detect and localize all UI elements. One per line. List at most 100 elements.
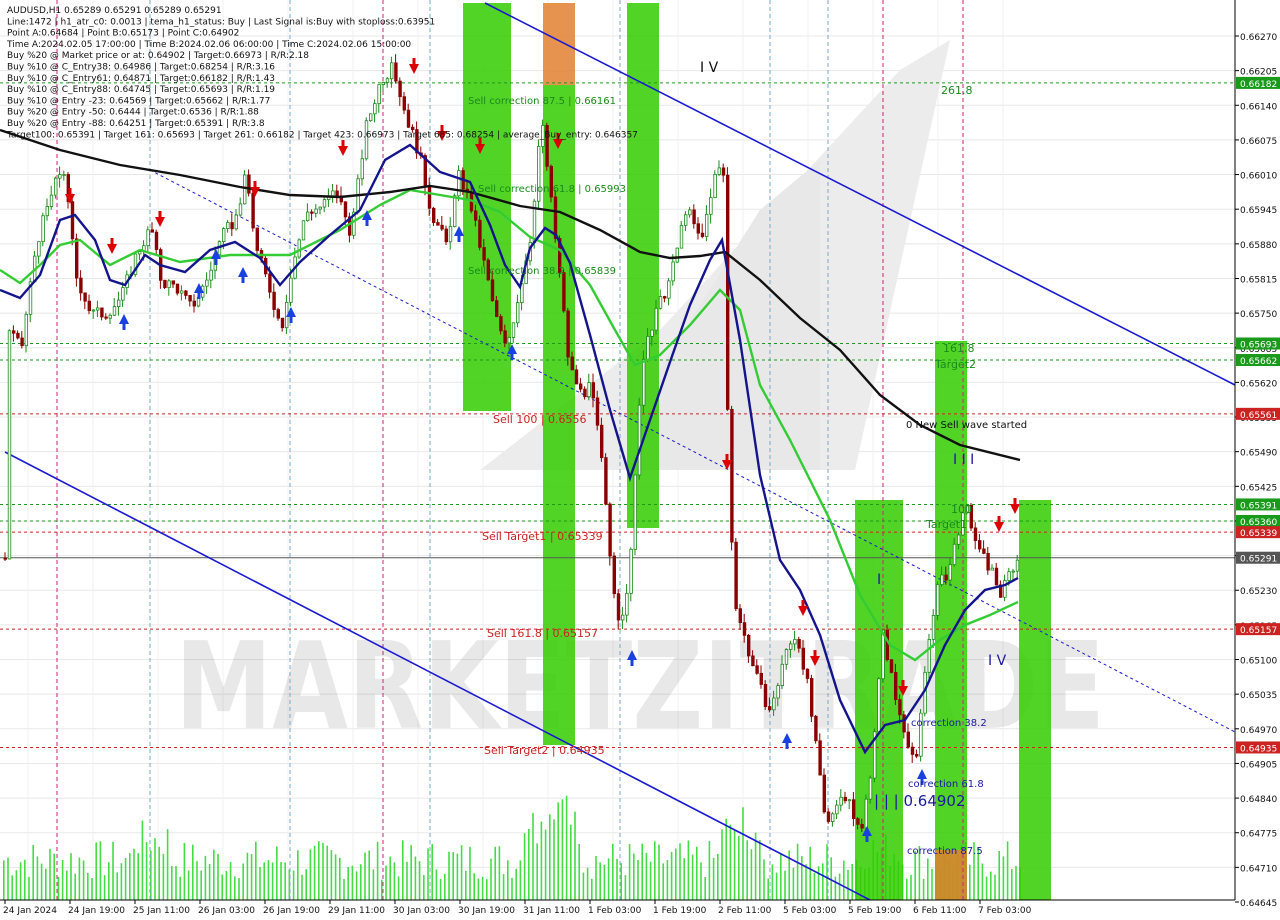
- price-tag-label: 0.65662: [1240, 357, 1277, 367]
- candle-body: [931, 615, 936, 640]
- volume-bar: [158, 846, 160, 900]
- volume-bar: [196, 861, 198, 900]
- volume-bar: [603, 864, 606, 900]
- candle-body: [730, 408, 734, 543]
- candle-body: [310, 211, 314, 214]
- y-tick-label: 0.66075: [1240, 137, 1277, 147]
- candle-body: [852, 799, 856, 820]
- candle-body: [3, 557, 7, 560]
- candle-body: [801, 647, 805, 670]
- volume-bar: [19, 862, 22, 900]
- volume-bar: [456, 853, 459, 900]
- volume-bar: [246, 852, 249, 900]
- volume-bar: [53, 853, 55, 900]
- volume-bar: [532, 812, 534, 900]
- candle-body: [49, 194, 54, 207]
- volume-bar: [418, 861, 421, 900]
- candle-body: [167, 280, 171, 288]
- header-line: Line:1472 | h1_atr_c0: 0.0013 | tema_h1_…: [7, 17, 435, 27]
- volume-bar: [511, 877, 513, 900]
- volume-bar: [796, 843, 799, 900]
- volume-bar: [15, 870, 18, 900]
- y-tick-label: 0.65880: [1240, 241, 1277, 251]
- volume-bar: [750, 849, 753, 900]
- volume-bar: [641, 843, 643, 900]
- candle-body: [41, 215, 45, 243]
- candle-body: [860, 823, 864, 829]
- volume-bar: [124, 857, 127, 900]
- volume-bar: [544, 829, 547, 900]
- candle-body: [373, 103, 377, 115]
- candle-body: [301, 220, 306, 241]
- volume-bar: [78, 857, 81, 900]
- volume-bar: [410, 845, 412, 900]
- candle-body: [75, 238, 79, 279]
- volume-bar: [780, 853, 782, 900]
- candle-body: [37, 241, 41, 257]
- candle-body: [894, 672, 898, 701]
- volume-bar: [393, 862, 396, 900]
- candle-body: [881, 629, 885, 680]
- candle-body: [117, 299, 121, 307]
- candle-body: [642, 358, 646, 406]
- candle-body: [511, 322, 516, 338]
- candle-body: [654, 307, 658, 331]
- volume-bar: [267, 860, 270, 900]
- candle-body: [16, 332, 20, 339]
- volume-bar: [805, 864, 807, 900]
- chart-annotation: I V: [700, 60, 719, 76]
- candle-body: [280, 317, 285, 329]
- volume-bar: [696, 846, 698, 900]
- volume-bar: [250, 854, 253, 900]
- chart-annotation: Target2: [934, 358, 976, 371]
- candle-body: [112, 306, 117, 316]
- volume-bar: [662, 863, 664, 900]
- candle-body: [692, 209, 696, 225]
- volume-bar: [452, 852, 454, 900]
- candle-body: [305, 211, 310, 222]
- candle-body: [163, 279, 167, 288]
- volume-bar: [746, 840, 748, 900]
- volume-bar: [91, 877, 93, 900]
- volume-bar: [242, 863, 244, 900]
- volume-bar: [675, 848, 677, 900]
- volume-bar: [276, 846, 278, 900]
- candle-body: [587, 382, 591, 398]
- volume-bar: [406, 861, 408, 900]
- candle-body: [747, 634, 751, 657]
- candle-body: [776, 685, 780, 699]
- candle-body: [679, 224, 684, 249]
- candle-body: [1015, 559, 1020, 572]
- candle-body: [150, 229, 154, 233]
- y-tick-label: 0.65815: [1240, 275, 1277, 285]
- volume-bar: [645, 852, 648, 900]
- candle-body: [902, 714, 906, 733]
- price-chart[interactable]: MARKETZITRADE Sell correction 87.5 | 0.6…: [0, 0, 1280, 920]
- candle-body: [499, 316, 503, 332]
- chart-annotation: Sell correction 38.2 | 0.65839: [468, 266, 616, 277]
- y-tick-label: 0.66270: [1240, 33, 1277, 43]
- volume-bar: [536, 843, 538, 900]
- volume-bar: [847, 869, 849, 900]
- candle-body: [566, 310, 570, 358]
- chart-annotation: 100: [951, 503, 972, 516]
- volume-bar: [24, 859, 26, 900]
- volume-bar: [801, 856, 803, 900]
- signal-zone: [543, 3, 575, 85]
- chart-annotation: correction 61.8: [908, 779, 984, 790]
- volume-bar: [784, 870, 786, 900]
- candle-body: [826, 811, 831, 822]
- candle-body: [843, 796, 847, 802]
- volume-bar: [74, 873, 76, 900]
- volume-bar: [129, 853, 131, 900]
- volume-bar: [45, 868, 47, 900]
- chart-annotation: I: [877, 572, 881, 588]
- volume-bar: [649, 861, 652, 900]
- candle-body: [700, 232, 705, 237]
- volume-bar: [154, 838, 156, 900]
- volume-bar: [70, 853, 72, 900]
- y-tick-label: 0.64905: [1240, 760, 1277, 770]
- candle-body: [688, 209, 692, 216]
- candle-body: [915, 753, 919, 757]
- candle-body: [452, 195, 457, 227]
